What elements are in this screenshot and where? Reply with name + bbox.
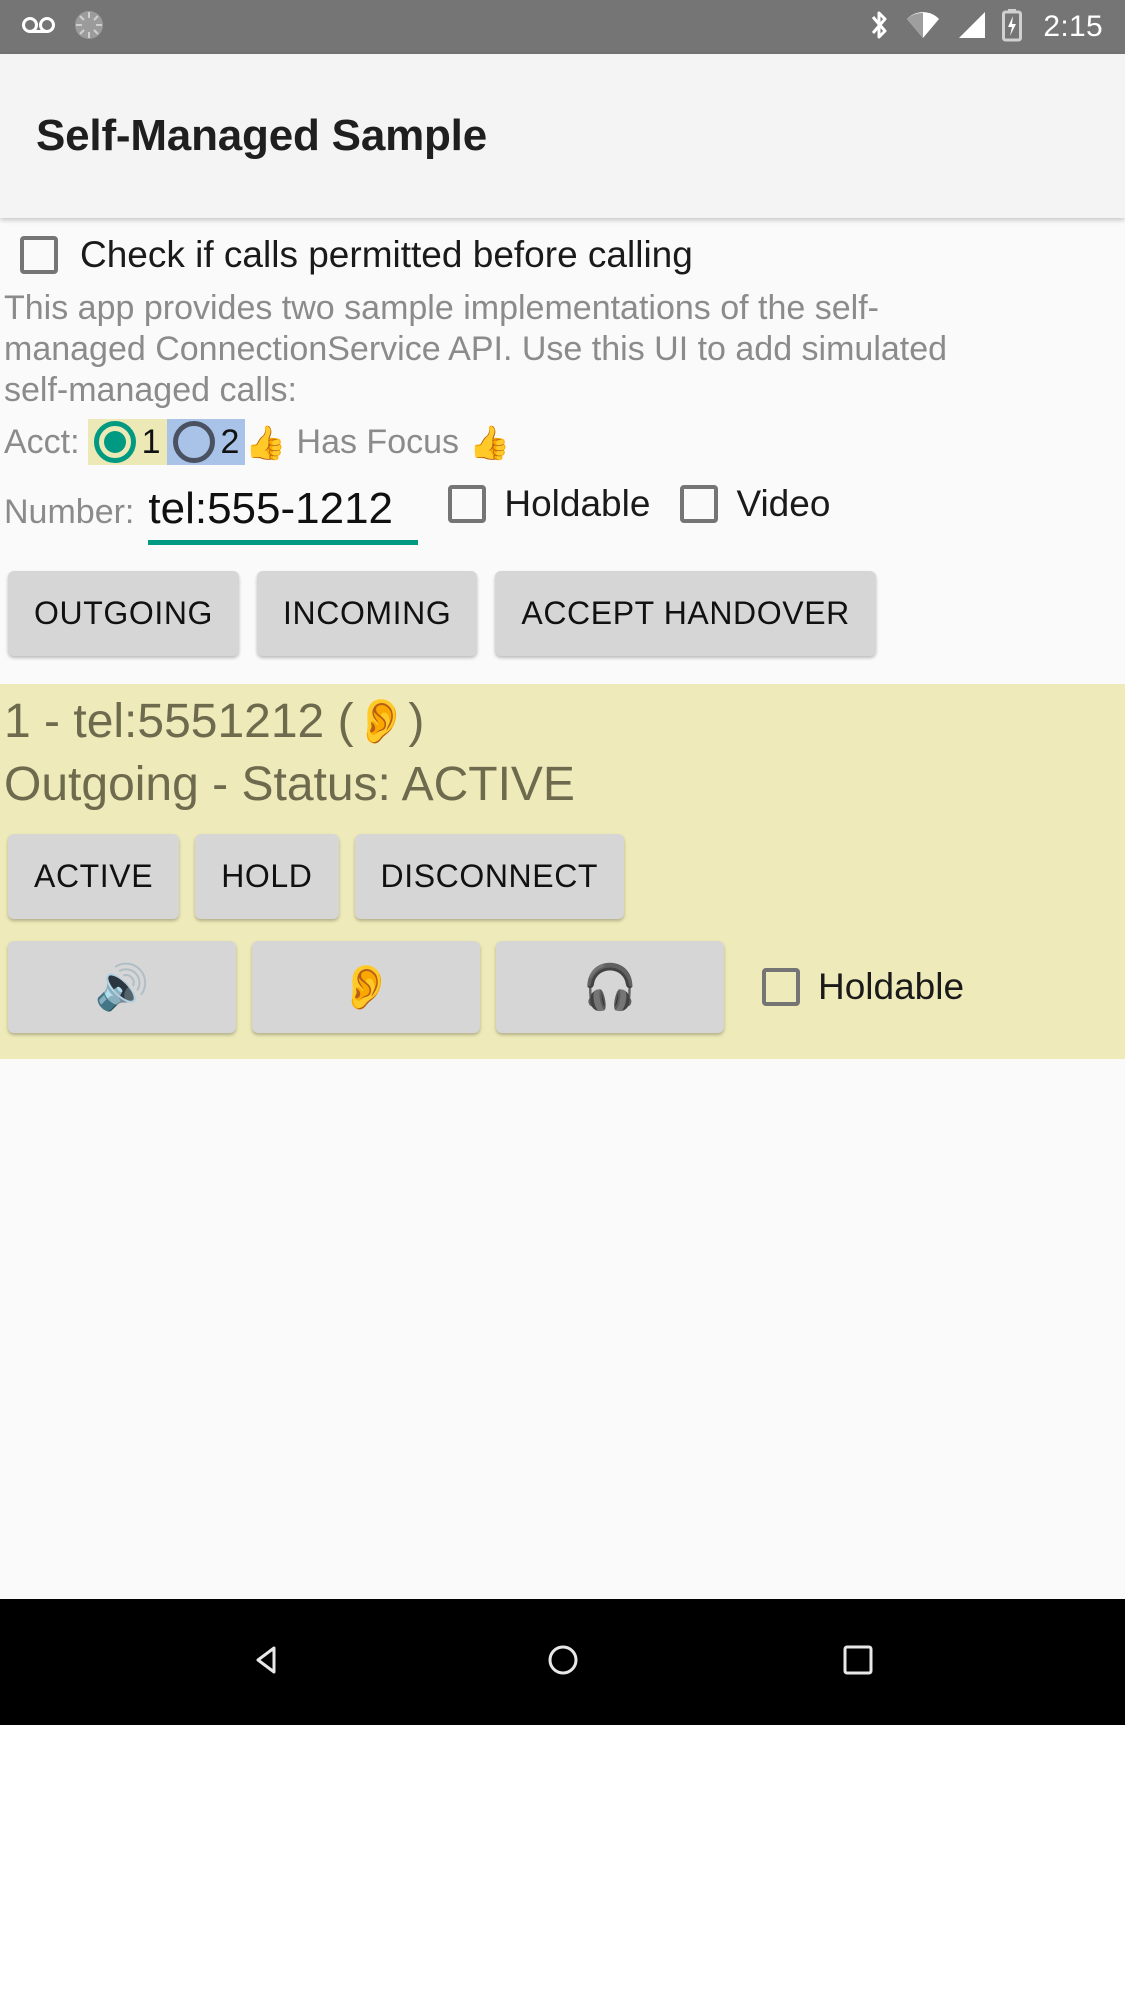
call-action-button-row: OUTGOING INCOMING ACCEPT HANDOVER	[0, 545, 1125, 684]
sync-spinner-icon	[72, 8, 106, 47]
voicemail-icon	[22, 14, 56, 41]
permission-check-row[interactable]: Check if calls permitted before calling	[0, 218, 1125, 282]
call-holdable-checkbox[interactable]	[762, 968, 800, 1006]
account-option-2-label: 2	[220, 422, 240, 461]
number-label: Number:	[4, 493, 135, 531]
call-holdable-label: Holdable	[818, 966, 965, 1007]
home-nav-button[interactable]	[541, 1638, 585, 1687]
audio-route-earpiece-button[interactable]: 👂	[252, 941, 480, 1033]
status-bar-left-icons	[22, 8, 106, 47]
description-text: This app provides two sample implementat…	[4, 289, 948, 409]
video-checkbox[interactable]	[680, 485, 719, 523]
outgoing-button[interactable]: OUTGOING	[8, 571, 240, 656]
status-bar-clock: 2:15	[1043, 10, 1103, 43]
audio-route-headset-button[interactable]: 🎧	[496, 941, 724, 1033]
bluetooth-icon	[867, 8, 891, 47]
call-card: 1 - tel:5551212 ( 👂 ) Outgoing - Status:…	[0, 684, 1125, 1059]
holdable-check-row[interactable]: Holdable	[448, 483, 650, 525]
incoming-button[interactable]: INCOMING	[257, 571, 478, 656]
account-radio-2-icon[interactable]	[172, 421, 215, 463]
call-active-button[interactable]: ACTIVE	[8, 834, 180, 919]
call-title: 1 - tel:5551212 ( 👂 )	[0, 694, 1125, 749]
status-bar-right-icons: 2:15	[867, 8, 1103, 47]
number-row[interactable]: Number: tel:555-1212 Holdable Video	[0, 465, 1125, 545]
account-radio-1-icon[interactable]	[93, 421, 136, 463]
empty-area	[0, 1059, 1125, 1599]
back-nav-button[interactable]	[246, 1638, 290, 1687]
main-content: Check if calls permitted before calling …	[0, 218, 1125, 684]
call-title-suffix: )	[408, 695, 425, 748]
recents-nav-button[interactable]	[836, 1638, 880, 1687]
call-state-button-row: ACTIVE HOLD DISCONNECT	[0, 812, 1125, 919]
thumbs-up-left-icon: 👍	[245, 423, 287, 461]
call-hold-button[interactable]: HOLD	[195, 834, 339, 919]
call-title-prefix: 1 - tel:5551212 (	[4, 695, 354, 748]
accept-handover-button[interactable]: ACCEPT HANDOVER	[495, 571, 876, 656]
video-check-row[interactable]: Video	[680, 483, 830, 525]
status-bar[interactable]: 2:15	[0, 0, 1125, 54]
video-label: Video	[736, 483, 831, 524]
thumbs-up-right-icon: 👍	[469, 423, 511, 461]
ear-icon: 👂	[353, 696, 409, 746]
system-navigation-bar[interactable]	[0, 1599, 1125, 1725]
call-status-text: Outgoing - Status: ACTIVE	[4, 758, 575, 811]
holdable-checkbox[interactable]	[448, 485, 487, 523]
holdable-label: Holdable	[504, 483, 651, 524]
number-input[interactable]: tel:555-1212	[148, 484, 419, 545]
wifi-icon	[905, 10, 941, 45]
call-disconnect-button[interactable]: DISCONNECT	[354, 834, 625, 919]
account-option-1[interactable]: 1	[87, 419, 167, 465]
account-option-1-label: 1	[141, 422, 161, 461]
call-holdable-check-row[interactable]: Holdable	[762, 966, 964, 1008]
account-label: Acct:	[4, 422, 80, 461]
app-bar: Self-Managed Sample	[0, 54, 1125, 218]
check-calls-permitted-checkbox[interactable]	[20, 236, 58, 274]
audio-route-button-row: 🔊 👂 🎧 Holdable	[0, 919, 1125, 1033]
battery-charging-icon	[1001, 8, 1023, 47]
cell-signal-icon	[955, 10, 987, 45]
page-title: Self-Managed Sample	[36, 111, 487, 160]
check-calls-permitted-label: Check if calls permitted before calling	[80, 234, 693, 275]
has-focus-label: Has Focus	[296, 422, 460, 461]
account-option-2[interactable]: 2	[166, 419, 246, 465]
account-selector-row[interactable]: Acct: 1 2 👍 Has Focus 👍	[0, 411, 1125, 465]
audio-route-speaker-button[interactable]: 🔊	[8, 941, 236, 1033]
